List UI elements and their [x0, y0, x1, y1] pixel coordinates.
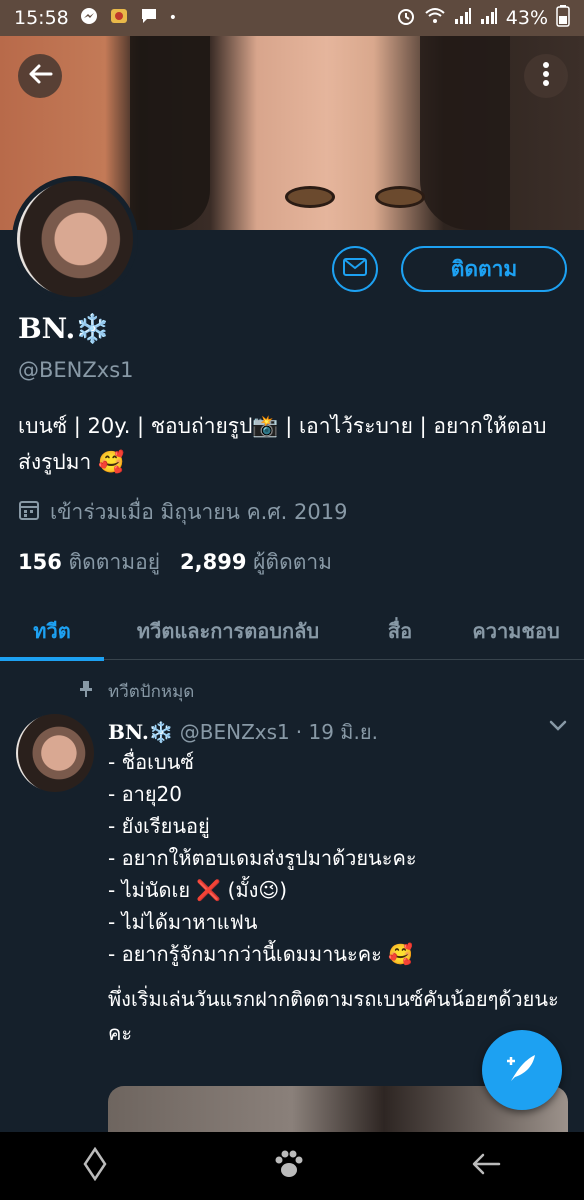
- tab-tweets-and-replies[interactable]: ทวีตและการตอบกลับ: [104, 602, 352, 660]
- tweet-date: · 19 มิ.ย.: [295, 720, 378, 744]
- tweet-header: BN.❄️ @BENZxs1 · 19 มิ.ย.: [108, 716, 378, 748]
- pin-icon: [80, 680, 92, 703]
- profile-name: BN.❄️: [18, 312, 111, 345]
- status-bar: 15:58 • 43%: [0, 0, 584, 36]
- chat-notification-icon: [139, 6, 159, 31]
- nav-diamond-icon[interactable]: [83, 1146, 107, 1185]
- profile-avatar[interactable]: [12, 176, 138, 302]
- tab-likes[interactable]: ความชอบ: [448, 602, 584, 660]
- tweet-author-name[interactable]: BN.❄️: [108, 720, 174, 744]
- banner-eye: [375, 186, 425, 208]
- profile-handle: @BENZxs1: [18, 358, 134, 382]
- system-nav-bar: [0, 1132, 584, 1200]
- back-button[interactable]: [18, 54, 62, 98]
- pinned-indicator: ทวีตปักหมุด: [80, 678, 194, 705]
- back-arrow-icon: [27, 63, 53, 89]
- tweet-author-handle[interactable]: @BENZxs1: [180, 720, 290, 744]
- profile-tabs: ทวีต ทวีตและการตอบกลับ สื่อ ความชอบ: [0, 602, 584, 661]
- follow-counts: 156 ติดตามอยู่ 2,899 ผู้ติดตาม: [18, 546, 332, 579]
- tweet-body: - ชื่อเบนซ์ - อายุ20 - ยังเรียนอยู่ - อย…: [108, 746, 568, 970]
- more-vertical-icon: [542, 61, 550, 91]
- join-date: เข้าร่วมเมื่อ มิถุนายน ค.ศ. 2019: [18, 496, 347, 529]
- calendar-icon: [18, 499, 40, 526]
- mail-icon: [343, 258, 367, 280]
- tab-media[interactable]: สื่อ: [352, 602, 448, 660]
- banner-eye: [285, 186, 335, 208]
- tab-tweets[interactable]: ทวีต: [0, 602, 104, 661]
- messenger-icon: [79, 6, 99, 31]
- message-button[interactable]: [332, 246, 378, 292]
- tweet-line: - อยากให้ตอบเดมส่งรูปมาด้วยนะคะ: [108, 846, 417, 870]
- tweet-line: - ยังเรียนอยู่: [108, 814, 210, 838]
- tweet-line: - อายุ20: [108, 782, 182, 806]
- tweet-line: - ชื่อเบนซ์: [108, 750, 194, 774]
- join-date-text: เข้าร่วมเมื่อ มิถุนายน ค.ศ. 2019: [50, 500, 348, 524]
- chevron-down-icon[interactable]: [548, 718, 568, 737]
- nav-back-icon[interactable]: [471, 1152, 501, 1180]
- tweet-line: - ไม่ได้มาหาแฟน: [108, 910, 258, 934]
- banner-hair-shape: [130, 36, 210, 230]
- pinned-label: ทวีตปักหมุด: [108, 682, 195, 702]
- followers-label: ผู้ติดตาม: [253, 550, 332, 574]
- profile-bio: เบนซ์ | 20y. | ชอบถ่ายรูป📸 | เอาไว้ระบาย…: [18, 414, 547, 474]
- app-notification-icon: [109, 6, 129, 31]
- wifi-icon: [424, 6, 446, 31]
- signal-icon-2: [480, 7, 498, 30]
- compose-tweet-button[interactable]: [482, 1030, 562, 1110]
- tweet-author-avatar[interactable]: [16, 714, 94, 792]
- tweet-line: - ไม่นัดเย ❌ (มั้ง😉): [108, 878, 288, 902]
- follow-button[interactable]: ติดตาม: [401, 246, 567, 292]
- followers-count: 2,899: [180, 550, 247, 574]
- battery-icon: [556, 4, 570, 32]
- nav-paw-icon[interactable]: [272, 1148, 306, 1184]
- following-link[interactable]: 156 ติดตามอยู่: [18, 546, 160, 579]
- more-notifications-dot-icon: •: [168, 10, 178, 26]
- status-time: 15:58: [14, 7, 69, 29]
- more-options-button[interactable]: [524, 54, 568, 98]
- battery-percent: 43%: [505, 7, 548, 29]
- signal-icon-1: [454, 7, 472, 30]
- tweet-line: - อยากรู้จักมากว่านี้เดมมานะคะ 🥰: [108, 942, 414, 966]
- following-count: 156: [18, 550, 62, 574]
- compose-feather-icon: [503, 1049, 541, 1091]
- following-label: ติดตามอยู่: [68, 550, 160, 574]
- alarm-icon: [396, 6, 416, 31]
- banner-hair-shape: [420, 36, 510, 230]
- followers-link[interactable]: 2,899 ผู้ติดตาม: [180, 546, 332, 579]
